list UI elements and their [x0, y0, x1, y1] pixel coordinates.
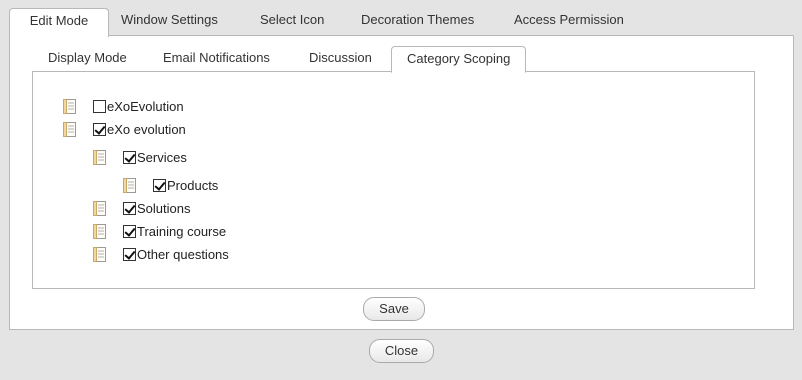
category-node-icon	[61, 98, 78, 115]
tab-access-permission[interactable]: Access Permission	[502, 8, 636, 36]
category-node-icon	[61, 121, 78, 138]
tab-display-mode[interactable]: Display Mode	[38, 46, 137, 72]
category-tree-panel: eXoEvolution eXo evolution Services Prod…	[32, 71, 755, 289]
checkbox[interactable]	[93, 99, 106, 113]
edit-mode-panel: Display Mode Email Notifications Discuss…	[9, 35, 794, 330]
checkbox[interactable]	[123, 247, 136, 261]
tree-node-label: Other questions	[137, 246, 229, 262]
checkbox[interactable]	[123, 224, 136, 238]
close-button[interactable]: Close	[369, 339, 434, 363]
tree-node: Services	[91, 148, 187, 166]
checkbox[interactable]	[153, 178, 166, 192]
tab-category-scoping[interactable]: Category Scoping	[391, 46, 527, 73]
category-node-icon	[91, 246, 108, 263]
tree-node-label: eXoEvolution	[107, 98, 184, 114]
tree-node-label: eXo evolution	[107, 121, 186, 137]
tab-decoration-themes[interactable]: Decoration Themes	[349, 8, 486, 36]
tree-node: Products	[121, 176, 218, 194]
tree-node: Other questions	[91, 245, 229, 263]
checkbox[interactable]	[123, 150, 136, 164]
tab-discussion[interactable]: Discussion	[299, 46, 382, 72]
tab-select-icon[interactable]: Select Icon	[248, 8, 336, 36]
tab-window-settings[interactable]: Window Settings	[109, 8, 230, 36]
checkbox[interactable]	[123, 201, 136, 215]
tab-edit-mode[interactable]: Edit Mode	[9, 8, 109, 37]
tree-node-label: Training course	[137, 223, 227, 239]
tree-node-label: Services	[137, 149, 187, 165]
tree-node: eXoEvolution	[61, 97, 184, 115]
tab-email-notifications[interactable]: Email Notifications	[153, 46, 280, 72]
tree-node-label: Products	[167, 177, 219, 193]
checkbox[interactable]	[93, 122, 106, 136]
tree-node: eXo evolution	[61, 120, 186, 138]
category-node-icon	[91, 223, 108, 240]
tree-node: Training course	[91, 222, 226, 240]
category-node-icon	[121, 177, 138, 194]
category-node-icon	[91, 149, 108, 166]
category-node-icon	[91, 200, 108, 217]
tree-node-label: Solutions	[137, 200, 191, 216]
tree-node: Solutions	[91, 199, 190, 217]
save-button[interactable]: Save	[363, 297, 425, 321]
